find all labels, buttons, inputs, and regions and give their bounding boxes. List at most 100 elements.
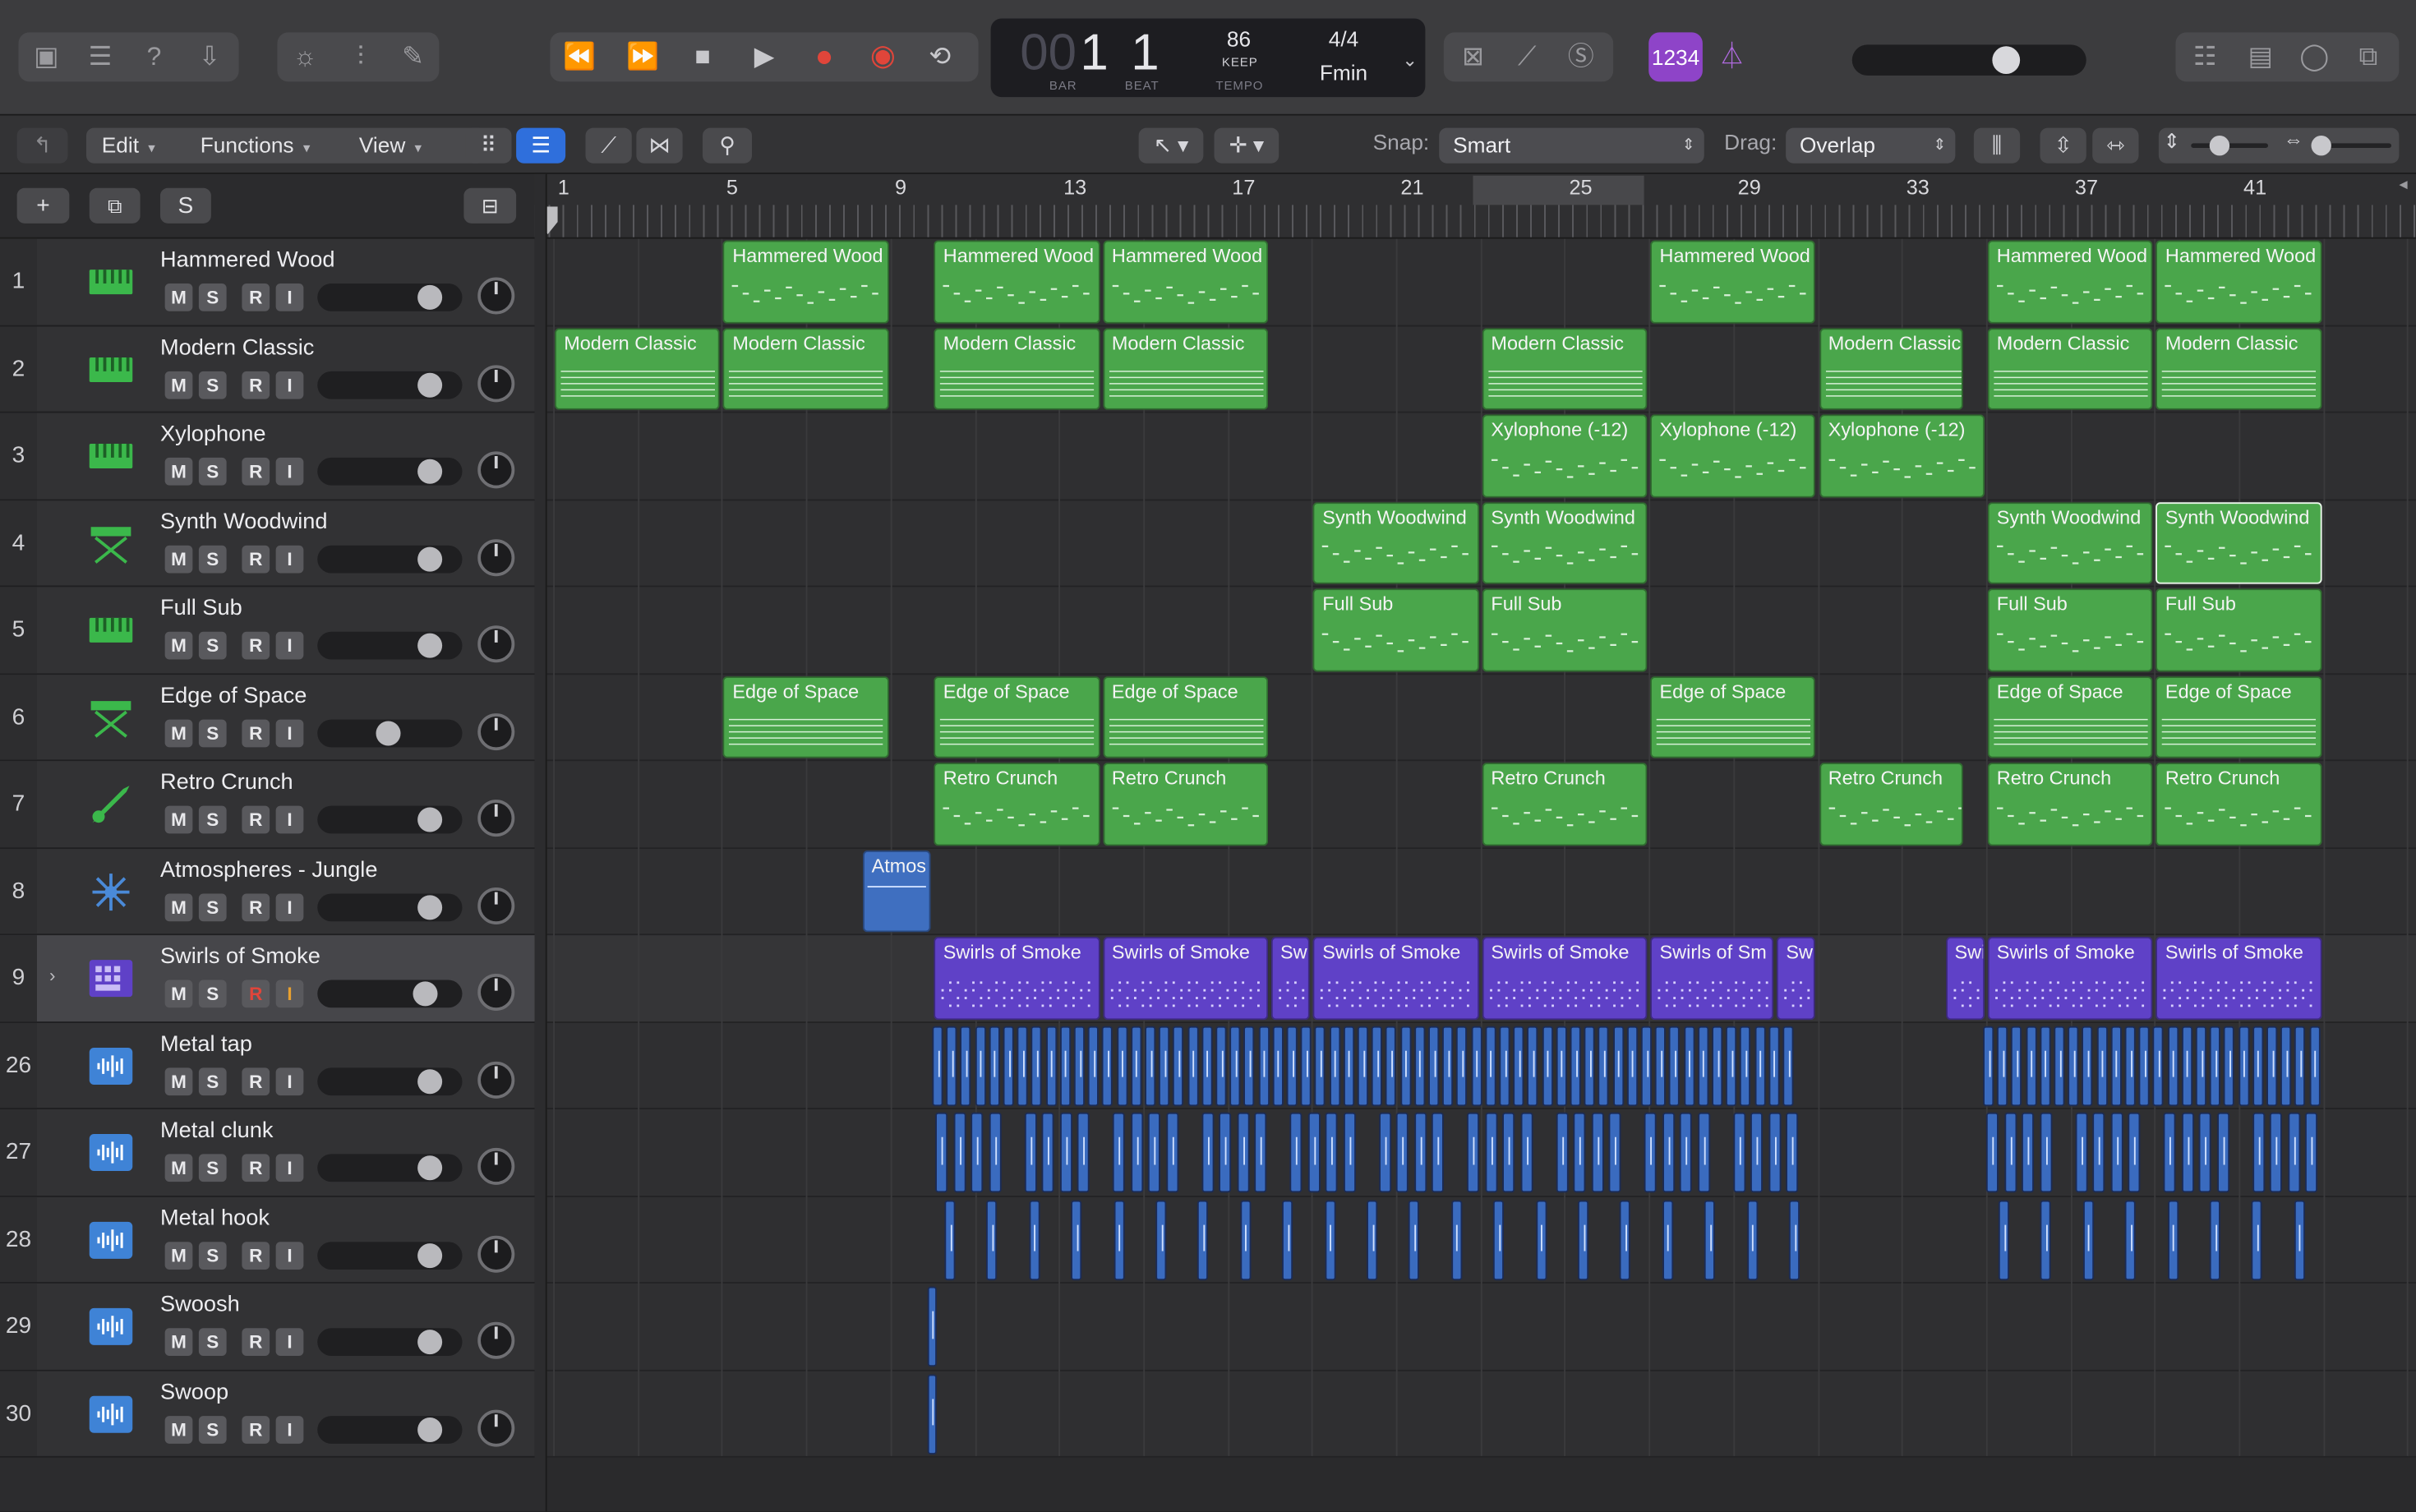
region[interactable]: Modern Classic xyxy=(1102,327,1269,410)
audio-region[interactable] xyxy=(1499,1025,1510,1106)
input-monitor-button[interactable]: I xyxy=(275,805,304,834)
region[interactable]: Swirls of Smoke xyxy=(2155,937,2322,1020)
audio-region[interactable] xyxy=(1112,1112,1125,1193)
audio-region[interactable] xyxy=(2163,1112,2176,1193)
track-lane[interactable] xyxy=(534,1370,2416,1458)
audio-region[interactable] xyxy=(1413,1025,1425,1106)
track-name[interactable]: Atmospheres - Jungle xyxy=(160,857,377,882)
audio-region[interactable] xyxy=(1450,1199,1462,1280)
mute-button[interactable]: M xyxy=(164,284,193,311)
track-header-8[interactable]: 8 Atmospheres - Jungle M S R I xyxy=(0,848,535,936)
audio-region[interactable] xyxy=(2238,1025,2249,1106)
audio-region[interactable] xyxy=(1997,1025,2008,1106)
audio-region[interactable] xyxy=(989,1025,1000,1106)
audio-region[interactable] xyxy=(1556,1025,1567,1106)
secondary-tool-icon[interactable]: ✛ ▾ xyxy=(1214,127,1279,164)
arrange-area[interactable]: Hammered Wood Hammered Wood Hammered Wood H… xyxy=(534,238,2416,1512)
audio-region[interactable] xyxy=(1088,1025,1100,1106)
audio-region[interactable] xyxy=(2308,1025,2320,1106)
audio-region[interactable] xyxy=(2110,1025,2122,1106)
track-header-6[interactable]: 6 Edge of Space M S R I xyxy=(0,674,535,762)
audio-region[interactable] xyxy=(1644,1112,1657,1193)
record-enable-button[interactable]: R xyxy=(242,1415,270,1443)
region[interactable]: Full Sub xyxy=(1313,588,1479,671)
volume-fader[interactable] xyxy=(317,1154,463,1182)
track-header-12[interactable]: 28 Metal hook M S R I xyxy=(0,1196,535,1284)
audio-region[interactable] xyxy=(2209,1199,2220,1280)
audio-region[interactable] xyxy=(1502,1112,1515,1193)
audio-region[interactable] xyxy=(1431,1112,1444,1193)
record-enable-button[interactable]: R xyxy=(242,1067,270,1095)
audio-region[interactable] xyxy=(1683,1025,1694,1106)
track-name[interactable]: Swoosh xyxy=(160,1293,240,1317)
solo-button[interactable]: S xyxy=(198,631,227,660)
solo-button[interactable]: S xyxy=(198,980,227,1008)
track-header-11[interactable]: 27 Metal clunk M S R I xyxy=(0,1109,535,1196)
replace-icon[interactable]: ⟋ xyxy=(1507,37,1547,77)
region[interactable]: Retro Crunch xyxy=(934,763,1100,846)
audio-region[interactable] xyxy=(2181,1112,2194,1193)
audio-region[interactable] xyxy=(1535,1199,1547,1280)
track-header-10[interactable]: 26 Metal tap M S R I xyxy=(0,1022,535,1109)
audio-region[interactable] xyxy=(2294,1025,2306,1106)
track-lane[interactable] xyxy=(534,848,2416,936)
fader-knob[interactable] xyxy=(417,284,443,310)
region[interactable]: Hammered Wood xyxy=(1102,240,1269,323)
input-monitor-button[interactable]: I xyxy=(275,1067,304,1095)
audio-region[interactable] xyxy=(1620,1199,1631,1280)
region[interactable]: Retro Crunch xyxy=(1819,763,1964,846)
audio-region[interactable] xyxy=(2082,1199,2094,1280)
track-lane[interactable] xyxy=(534,413,2416,500)
audio-region[interactable] xyxy=(1258,1025,1270,1106)
track-header-5[interactable]: 5 Full Sub M S R I xyxy=(0,587,535,675)
region[interactable]: Hammered Wood xyxy=(934,240,1100,323)
region[interactable]: Modern Classic xyxy=(1987,327,2153,410)
mute-button[interactable]: M xyxy=(164,1328,193,1356)
audio-region[interactable] xyxy=(1669,1025,1681,1106)
help-icon[interactable]: ? xyxy=(134,37,174,77)
fader-knob[interactable] xyxy=(417,1330,443,1355)
audio-region[interactable] xyxy=(1219,1112,1232,1193)
audio-region[interactable] xyxy=(1768,1025,1780,1106)
audio-region[interactable] xyxy=(1732,1112,1745,1193)
fader-knob[interactable] xyxy=(417,1242,443,1268)
region[interactable]: Synth Woodwind xyxy=(1482,501,1648,584)
audio-region[interactable] xyxy=(2025,1025,2036,1106)
region[interactable]: Edge of Space xyxy=(1102,675,1269,758)
waveform-zoom-icon[interactable]: ⫼ xyxy=(1973,127,2021,164)
audio-region[interactable] xyxy=(1041,1112,1054,1193)
track-options-icon[interactable]: ⊟ xyxy=(463,187,517,224)
audio-region[interactable] xyxy=(1023,1112,1036,1193)
region[interactable]: Full Sub xyxy=(2155,588,2322,671)
record-enable-button[interactable]: R xyxy=(242,1328,270,1356)
input-monitor-button[interactable]: I xyxy=(275,1241,304,1270)
record-enable-button[interactable]: R xyxy=(242,980,270,1008)
audio-region[interactable] xyxy=(1282,1199,1293,1280)
track-header-3[interactable]: 3 Xylophone M S R I xyxy=(0,413,535,500)
library-icon[interactable]: ▣ xyxy=(26,37,67,77)
audio-region[interactable] xyxy=(946,1025,957,1106)
audio-region[interactable] xyxy=(2280,1025,2292,1106)
region[interactable]: Hammered Wood xyxy=(1650,240,1816,323)
audio-region[interactable] xyxy=(1527,1025,1538,1106)
audio-region[interactable] xyxy=(1484,1112,1497,1193)
volume-fader[interactable] xyxy=(317,1415,463,1443)
record-enable-button[interactable]: R xyxy=(242,631,270,660)
volume-fader[interactable] xyxy=(317,1241,463,1270)
region[interactable]: Hammered Wood xyxy=(2155,240,2322,323)
audio-region[interactable] xyxy=(1187,1025,1198,1106)
mute-button[interactable]: M xyxy=(164,544,193,573)
audio-region[interactable] xyxy=(1147,1112,1160,1193)
record-enable-button[interactable]: R xyxy=(242,370,270,399)
audio-region[interactable] xyxy=(2092,1112,2105,1193)
audio-region[interactable] xyxy=(2096,1025,2108,1106)
audio-region[interactable] xyxy=(2153,1025,2165,1106)
audio-region[interactable] xyxy=(1130,1112,1143,1193)
audio-region[interactable] xyxy=(2252,1112,2265,1193)
input-monitor-button[interactable]: I xyxy=(275,980,304,1008)
fader-knob[interactable] xyxy=(417,546,443,571)
region[interactable]: Synth Woodwind xyxy=(1987,501,2153,584)
functions-menu[interactable]: Functions ▾ xyxy=(201,128,311,164)
audio-region[interactable] xyxy=(1071,1199,1082,1280)
track-header-2[interactable]: 2 Modern Classic M S R I xyxy=(0,325,535,413)
